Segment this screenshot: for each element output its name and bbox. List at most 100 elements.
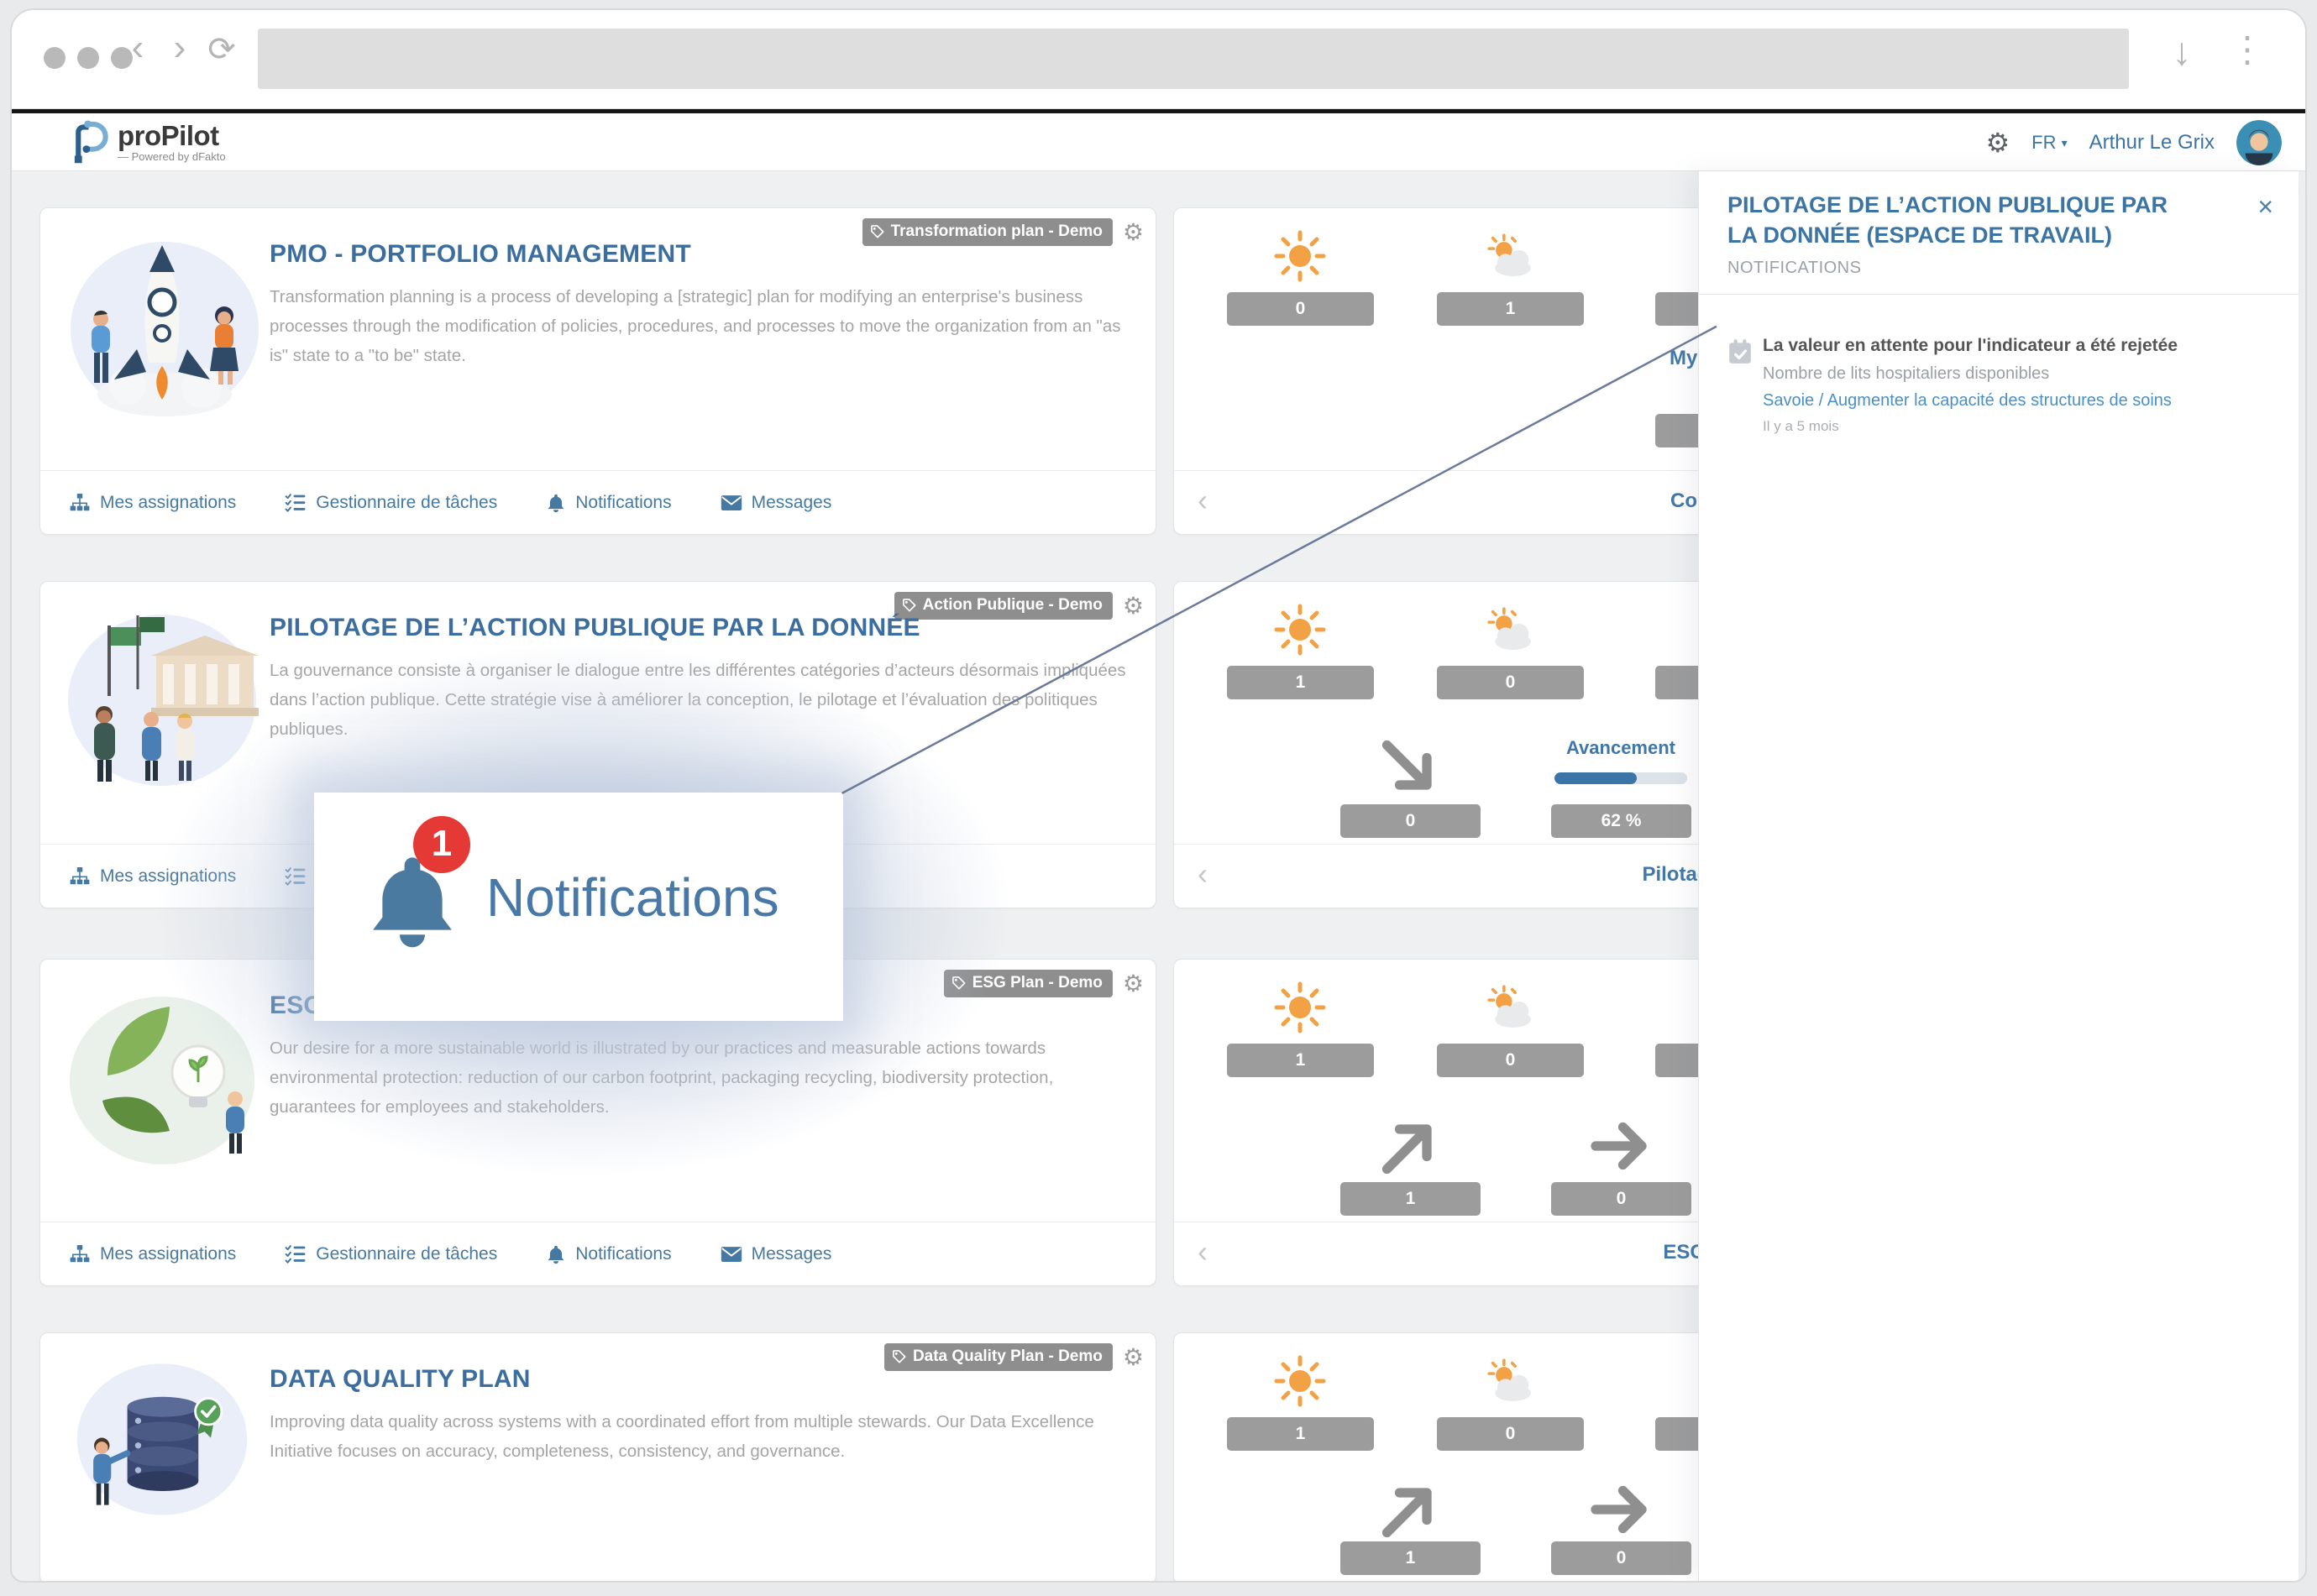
link-gestionnaire-taches[interactable]: Gestionnaire de tâches: [285, 1244, 497, 1264]
sitemap-icon: [69, 866, 91, 886]
workspace-list: Transformation plan - Demo ⚙ PMO - PORTF…: [12, 171, 2305, 1581]
link-mes-assignations[interactable]: Mes assignations: [69, 493, 236, 513]
workspace-title[interactable]: PMO - PORTFOLIO MANAGEMENT: [270, 240, 691, 269]
sunny-icon: [1273, 229, 1327, 283]
checklist-icon: [285, 493, 307, 512]
notification-title: La valeur en attente pour l'indicateur a…: [1763, 336, 2278, 356]
partly-cloudy-icon: [1483, 1354, 1537, 1408]
bell-icon: [546, 493, 566, 513]
workspace-tag: Data Quality Plan - Demo: [884, 1343, 1113, 1371]
workspace-tag: Transformation plan - Demo: [862, 218, 1113, 246]
link-label: Mes assignations: [100, 866, 236, 887]
download-icon[interactable]: ↓: [2163, 29, 2200, 74]
card-settings-icon[interactable]: ⚙: [1123, 1346, 1144, 1369]
link-label: Messages: [752, 1244, 832, 1264]
card-footer: Mes assignations Gestionnaire de tâches …: [40, 470, 1156, 534]
link-messages[interactable]: Messages: [721, 493, 832, 513]
sunny-icon: [1273, 603, 1327, 657]
tag-label: ESG Plan - Demo: [972, 974, 1103, 992]
settings-gear-icon[interactable]: ⚙: [1985, 127, 2010, 159]
card-settings-icon[interactable]: ⚙: [1123, 594, 1144, 618]
progress-bar: [1554, 772, 1687, 784]
progress-fill: [1554, 772, 1637, 784]
workspace-title[interactable]: DATA QUALITY PLAN: [270, 1365, 531, 1394]
link-mes-assignations[interactable]: Mes assignations: [69, 1244, 236, 1264]
notification-indicator: Nombre de lits hospitaliers disponibles: [1763, 364, 2278, 384]
workspace-title[interactable]: PILOTAGE DE L’ACTION PUBLIQUE PAR LA DON…: [270, 614, 920, 642]
checklist-icon: [285, 866, 307, 886]
workspace-description: Transformation planning is a process of …: [270, 282, 1135, 370]
tag-label: Transformation plan - Demo: [891, 222, 1103, 241]
notification-count-badge: 1: [413, 816, 470, 873]
browser-window: ‹ › ⟳ ↓ ⋮ proPilot — Powered by dFakto ⚙…: [10, 8, 2307, 1583]
link-label: Messages: [752, 493, 832, 513]
kpi-badge-sunny: 1: [1227, 1044, 1374, 1077]
sunny-icon: [1273, 1354, 1327, 1408]
link-label: Mes assignations: [100, 493, 236, 513]
tag-icon: [951, 975, 967, 992]
notifications-callout: 1 Notifications: [314, 793, 843, 1021]
brand-name: proPilot: [118, 120, 226, 152]
trend-up-right-icon: [1376, 1476, 1444, 1543]
callout-label: Notifications: [486, 866, 779, 929]
link-label: Gestionnaire de tâches: [316, 493, 497, 513]
language-label: FR: [2031, 132, 2056, 153]
brand-logo: proPilot — Powered by dFakto: [62, 116, 226, 166]
workspace-description: Improving data quality across systems wi…: [270, 1407, 1135, 1466]
notification-item: La valeur en attente pour l'indicateur a…: [1727, 336, 2278, 435]
partly-cloudy-icon: [1483, 981, 1537, 1034]
forward-icon[interactable]: ›: [161, 27, 198, 69]
trend-down-right-icon: [1376, 735, 1444, 802]
card-settings-icon[interactable]: ⚙: [1123, 972, 1144, 996]
link-label: Mes assignations: [100, 1244, 236, 1264]
workspace-card-pmo: Transformation plan - Demo ⚙ PMO - PORTF…: [39, 207, 1156, 535]
government-illustration: [57, 595, 267, 805]
link-mes-assignations[interactable]: Mes assignations: [69, 866, 236, 887]
close-icon[interactable]: ×: [2257, 193, 2273, 220]
trend-right-icon: [1587, 1476, 1654, 1543]
bell-icon: [546, 1244, 566, 1264]
link-notifications[interactable]: Notifications: [546, 1244, 671, 1264]
status-mid-label[interactable]: My: [1670, 347, 1697, 370]
propilot-logo-icon: [62, 116, 109, 166]
kpi-badge-sunny: 1: [1227, 1417, 1374, 1451]
workspace-description: Our desire for a more sustainable world …: [270, 1033, 1135, 1122]
workspace-tag: ESG Plan - Demo: [944, 970, 1113, 997]
caret-down-icon: ▾: [2062, 136, 2068, 149]
kpi-badge-partly: 0: [1437, 1417, 1584, 1451]
sitemap-icon: [69, 493, 91, 512]
sunny-icon: [1273, 981, 1327, 1034]
link-label: Gestionnaire de tâches: [316, 1244, 497, 1264]
link-gestionnaire-taches[interactable]: Gestionnaire de tâches: [285, 493, 497, 513]
language-selector[interactable]: FR ▾: [2031, 132, 2067, 154]
brand-powered-by: — Powered by dFakto: [118, 150, 226, 163]
database-illustration: [57, 1347, 267, 1540]
browser-menu-icon[interactable]: ⋮: [2229, 29, 2266, 70]
mail-icon: [721, 1246, 742, 1263]
kpi-badge-sunny: 1: [1227, 666, 1374, 699]
kpi-badge-partly: 0: [1437, 1044, 1584, 1077]
link-label: Notifications: [575, 1244, 671, 1264]
back-icon[interactable]: ‹: [119, 27, 156, 69]
address-bar[interactable]: [258, 29, 2129, 89]
user-name[interactable]: Arthur Le Grix: [2089, 131, 2215, 154]
workspace-description: La gouvernance consiste à organiser le d…: [270, 656, 1135, 744]
window-control-dot[interactable]: [44, 47, 66, 69]
panel-subtitle: NOTIFICATIONS: [1727, 259, 1861, 278]
partly-cloudy-icon: [1483, 229, 1537, 283]
partly-cloudy-icon: [1483, 603, 1537, 657]
link-messages[interactable]: Messages: [721, 1244, 832, 1264]
trend-badge: 0: [1340, 804, 1481, 838]
reload-icon[interactable]: ⟳: [203, 30, 240, 69]
progress-label: Avancement: [1537, 737, 1705, 759]
avatar[interactable]: [2236, 120, 2282, 165]
trend-badge: 0: [1551, 1541, 1691, 1575]
link-notifications[interactable]: Notifications: [546, 493, 671, 513]
card-settings-icon[interactable]: ⚙: [1123, 221, 1144, 244]
trend-badge: 1: [1340, 1182, 1481, 1216]
notification-link[interactable]: Savoie / Augmenter la capacité des struc…: [1763, 391, 2278, 411]
window-control-dot[interactable]: [77, 47, 99, 69]
trend-right-icon: [1587, 1112, 1654, 1180]
tag-icon: [869, 223, 886, 240]
tag-label: Action Publique - Demo: [923, 596, 1103, 615]
